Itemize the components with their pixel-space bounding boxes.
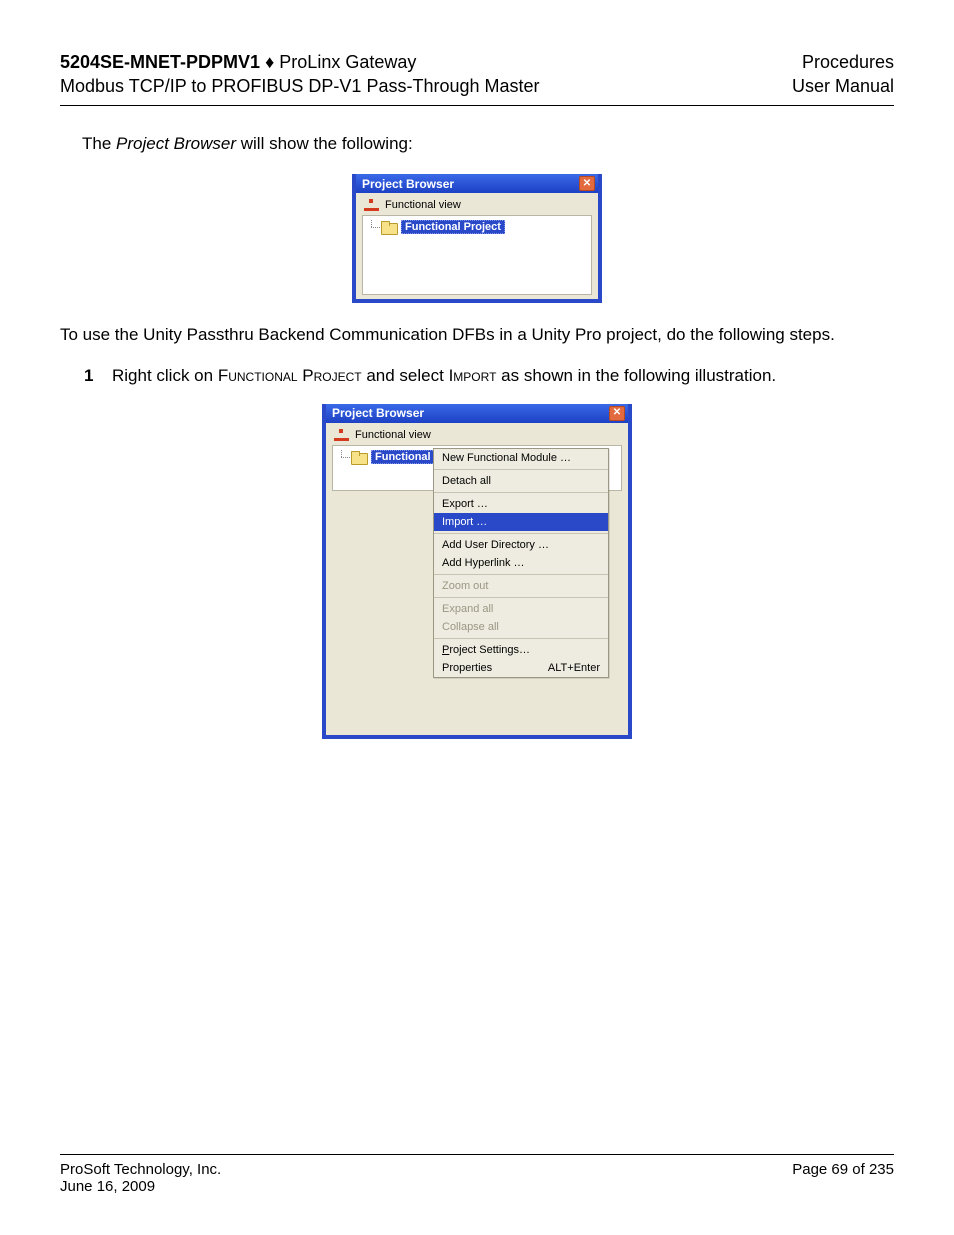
titlebar-2-title: Project Browser: [332, 406, 424, 420]
close-icon[interactable]: ✕: [609, 406, 625, 421]
titlebar-1-title: Project Browser: [362, 177, 454, 191]
menu-collapse-all: Collapse all: [434, 618, 608, 636]
header-right: Procedures User Manual: [792, 50, 894, 99]
menu-separator: [434, 597, 608, 598]
folder-icon: [351, 451, 366, 463]
tree-item-label-1: Functional Project: [401, 220, 505, 234]
step-bold-2: Import: [449, 366, 497, 385]
functional-view-icon: [334, 429, 349, 441]
menu-export[interactable]: Export …: [434, 495, 608, 513]
footer-company: ProSoft Technology, Inc.: [60, 1161, 221, 1178]
menu-zoom-out: Zoom out: [434, 577, 608, 595]
menu-separator: [434, 533, 608, 534]
menu-properties[interactable]: Properties ALT+Enter: [434, 659, 608, 677]
menu-separator: [434, 574, 608, 575]
step-bold-1: Functional Project: [218, 366, 362, 385]
menu-add-hyperlink[interactable]: Add Hyperlink …: [434, 554, 608, 572]
project-browser-window-2: Project Browser ✕ Functional view Functi…: [322, 404, 632, 739]
header-product: 5204SE-MNET-PDPMV1: [60, 52, 260, 72]
menu-add-user-directory[interactable]: Add User Directory …: [434, 536, 608, 554]
titlebar-1[interactable]: Project Browser ✕: [356, 174, 598, 193]
header-separator: ♦: [265, 52, 274, 72]
menu-expand-all: Expand all: [434, 600, 608, 618]
menu-separator: [434, 492, 608, 493]
project-browser-window-1: Project Browser ✕ Functional view Functi…: [352, 174, 602, 303]
footer-page-number: Page 69 of 235: [792, 1161, 894, 1195]
step-text: Right click on Functional Project and se…: [112, 366, 776, 386]
footer-left: ProSoft Technology, Inc. June 16, 2009: [60, 1161, 221, 1195]
tree-root-1-label: Functional view: [385, 199, 461, 211]
step-1: 1 Right click on Functional Project and …: [84, 366, 894, 386]
menu-project-settings[interactable]: Project Settings…: [434, 641, 608, 659]
tree-item-functional-project-1[interactable]: Functional Project: [367, 220, 587, 234]
header-left: 5204SE-MNET-PDPMV1 ♦ ProLinx Gateway Mod…: [60, 50, 540, 99]
intro-italic: Project Browser: [116, 134, 236, 153]
titlebar-2[interactable]: Project Browser ✕: [326, 404, 628, 423]
intro-paragraph: The Project Browser will show the follow…: [82, 132, 894, 157]
tree-root-1[interactable]: Functional view: [362, 197, 592, 215]
header-subtitle: Modbus TCP/IP to PROFIBUS DP-V1 Pass-Thr…: [60, 74, 540, 98]
header-product-rest: ProLinx Gateway: [279, 52, 416, 72]
tree-root-2-label: Functional view: [355, 429, 431, 441]
menu-properties-accel: ALT+Enter: [548, 662, 600, 674]
instruction-paragraph: To use the Unity Passthru Backend Commun…: [60, 323, 894, 348]
menu-detach-all[interactable]: Detach all: [434, 472, 608, 490]
functional-view-icon: [364, 199, 379, 211]
header-divider: [60, 105, 894, 106]
menu-new-functional-module[interactable]: New Functional Module …: [434, 449, 608, 467]
menu-separator: [434, 638, 608, 639]
menu-separator: [434, 469, 608, 470]
folder-icon: [381, 221, 396, 233]
header-doc-type: User Manual: [792, 74, 894, 98]
footer-date: June 16, 2009: [60, 1178, 221, 1195]
close-icon[interactable]: ✕: [579, 176, 595, 191]
header-section: Procedures: [792, 50, 894, 74]
tree-root-2[interactable]: Functional view: [332, 427, 622, 445]
context-menu: New Functional Module … Detach all Expor…: [433, 448, 609, 678]
menu-import[interactable]: Import …: [434, 513, 608, 531]
step-number: 1: [84, 366, 100, 386]
page-footer: ProSoft Technology, Inc. June 16, 2009 P…: [60, 1154, 894, 1195]
page-header: 5204SE-MNET-PDPMV1 ♦ ProLinx Gateway Mod…: [60, 50, 894, 99]
